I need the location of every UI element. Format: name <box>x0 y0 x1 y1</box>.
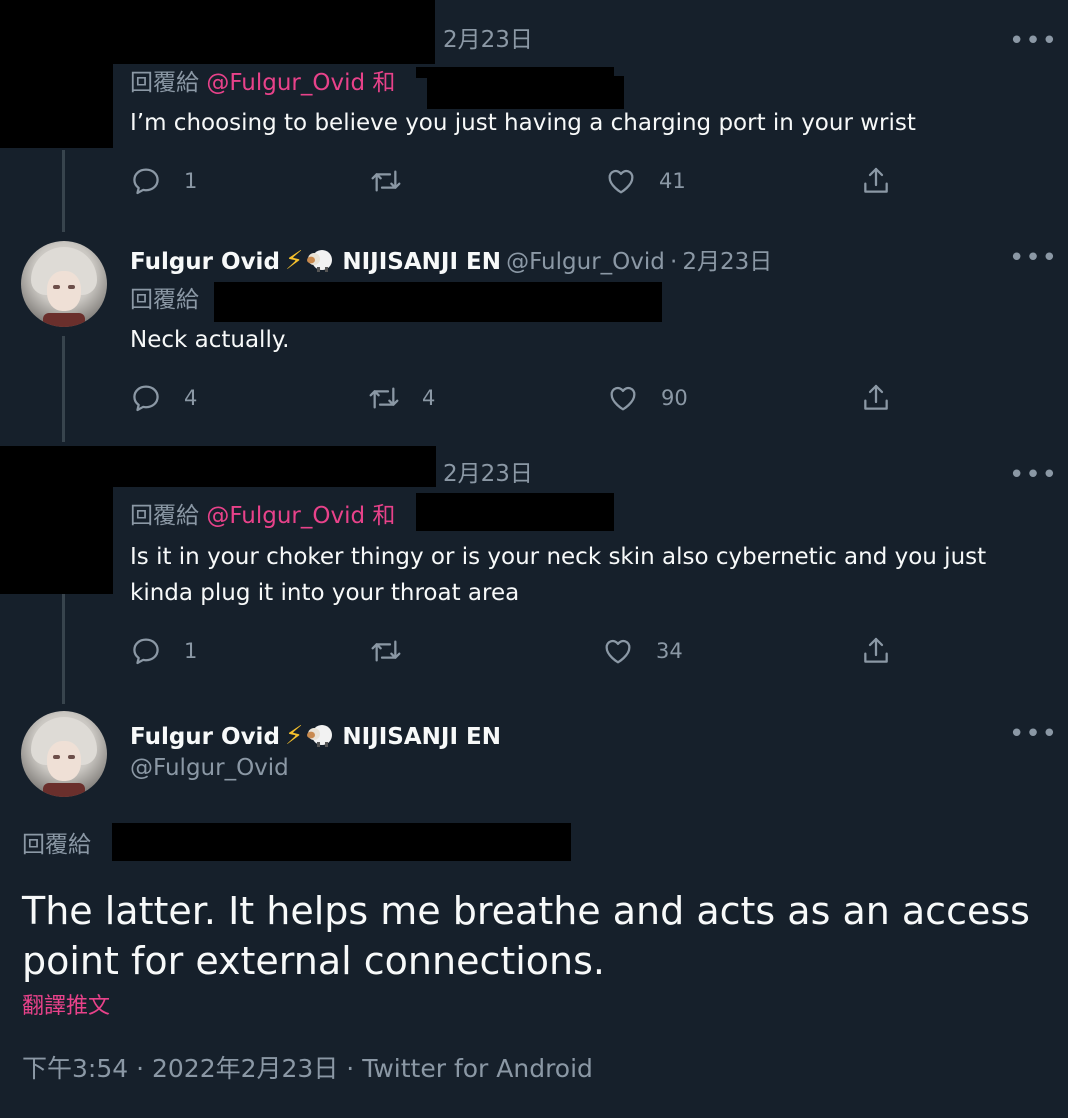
reply-icon <box>133 168 159 195</box>
more-icon[interactable]: ••• <box>1009 462 1058 488</box>
reply-prefix: 回覆給 <box>130 287 199 313</box>
tweet-text-line: Is it in your choker thingy or is your n… <box>130 544 987 570</box>
user-handle[interactable]: @Fulgur_Ovid <box>506 249 665 275</box>
mention-link[interactable]: @Fulgur_Ovid <box>206 70 365 96</box>
share-icon <box>864 167 888 193</box>
mention-conjunction: 和 <box>372 70 396 96</box>
display-name[interactable]: Fulgur Ovid <box>130 724 280 750</box>
thread-line <box>62 150 65 232</box>
retweet-button[interactable] <box>370 165 424 197</box>
reply-button[interactable]: 4 <box>130 382 197 414</box>
tweet-text: Neck actually. <box>130 327 290 353</box>
reply-count: 4 <box>184 385 198 410</box>
main-tweet-text-line: point for external connections. <box>22 939 606 983</box>
avatar[interactable] <box>21 241 107 327</box>
reply-to-label: 回覆給 <box>22 834 91 857</box>
reply-prefix: 回覆給 <box>22 832 91 858</box>
separator-dot: · <box>136 1054 145 1083</box>
reply-button[interactable]: 1 <box>130 635 197 667</box>
more-icon[interactable]: ••• <box>1009 245 1058 271</box>
reply-icon <box>133 638 159 665</box>
separator-dot: · <box>346 1054 355 1083</box>
like-button[interactable]: 41 <box>605 165 686 197</box>
retweet-button[interactable]: 4 <box>368 382 435 414</box>
reply-to-label: 回覆給 @Fulgur_Ovid 和 <box>130 72 395 95</box>
share-icon <box>864 637 888 663</box>
avatar[interactable] <box>21 711 107 797</box>
reply-count: 1 <box>184 168 198 193</box>
tweet-source: Twitter for Android <box>362 1054 593 1083</box>
retweet-icon <box>371 170 401 192</box>
user-handle[interactable]: @Fulgur_Ovid <box>130 757 289 780</box>
thread-line <box>62 594 65 704</box>
sheep-emoji <box>305 723 337 747</box>
redacted-mention <box>214 282 662 322</box>
redacted-avatar <box>0 446 113 594</box>
retweet-icon <box>371 640 401 662</box>
retweet-button[interactable] <box>370 635 424 667</box>
reply-button[interactable]: 1 <box>130 165 197 197</box>
like-count: 90 <box>661 385 688 410</box>
main-tweet-text-line: The latter. It helps me breathe and acts… <box>22 889 1030 933</box>
tweet-full-date[interactable]: 2022年2月23日 <box>152 1054 338 1083</box>
tweet-date[interactable]: 2月23日 <box>443 29 533 52</box>
like-button[interactable]: 34 <box>602 635 683 667</box>
translate-tweet-link[interactable]: 翻譯推文 <box>22 996 110 1018</box>
retweet-icon <box>369 387 399 409</box>
thread-line <box>62 336 65 442</box>
reply-prefix: 回覆給 <box>130 70 199 96</box>
tweet-metadata: 下午3:54 · 2022年2月23日 · Twitter for Androi… <box>22 1056 593 1081</box>
display-name[interactable]: Fulgur Ovid <box>130 249 280 275</box>
redacted-mention <box>112 823 571 861</box>
lightning-emoji: ⚡ <box>285 246 304 276</box>
like-count: 41 <box>659 168 686 193</box>
separator-dot: · <box>669 249 678 275</box>
org-name: NIJISANJI EN <box>342 724 501 750</box>
redacted-mention <box>416 493 614 531</box>
share-button[interactable] <box>860 635 914 667</box>
redacted-name <box>113 0 435 64</box>
author-name-row[interactable]: Fulgur Ovid ⚡ NIJISANJI EN <box>130 721 501 751</box>
reply-prefix: 回覆給 <box>130 503 199 529</box>
tweet-text: I’m choosing to believe you just having … <box>130 110 916 136</box>
like-button[interactable]: 90 <box>607 382 688 414</box>
tweet-header: Fulgur Ovid ⚡ NIJISANJI EN @Fulgur_Ovid … <box>130 246 772 276</box>
main-tweet-text: The latter. It helps me breathe and acts… <box>22 886 1030 986</box>
retweet-count: 4 <box>422 385 436 410</box>
tweet-text-line: kinda plug it into your throat area <box>130 580 520 606</box>
mention-link[interactable]: @Fulgur_Ovid <box>206 503 365 529</box>
redacted-name <box>113 446 436 487</box>
reply-count: 1 <box>184 638 198 663</box>
tweet-time[interactable]: 下午3:54 <box>22 1054 128 1083</box>
reply-to-label: 回覆給 <box>130 289 199 312</box>
tweet-date[interactable]: 2月23日 <box>682 249 772 275</box>
like-icon <box>605 639 631 664</box>
mention-conjunction: 和 <box>372 503 396 529</box>
reply-icon <box>133 385 159 412</box>
tweet-text: Is it in your choker thingy or is your n… <box>130 539 986 611</box>
share-button[interactable] <box>860 165 914 197</box>
like-count: 34 <box>656 638 683 663</box>
more-icon[interactable]: ••• <box>1009 721 1058 747</box>
org-name: NIJISANJI EN <box>342 249 501 275</box>
like-icon <box>610 386 636 411</box>
more-icon[interactable]: ••• <box>1009 28 1058 54</box>
share-button[interactable] <box>860 382 914 414</box>
tweet-date[interactable]: 2月23日 <box>443 463 533 486</box>
redacted-avatar <box>0 0 113 148</box>
lightning-emoji: ⚡ <box>285 721 304 751</box>
sheep-emoji <box>305 248 337 272</box>
share-icon <box>864 384 888 410</box>
like-icon <box>608 169 634 194</box>
reply-to-label: 回覆給 @Fulgur_Ovid 和 <box>130 505 395 528</box>
